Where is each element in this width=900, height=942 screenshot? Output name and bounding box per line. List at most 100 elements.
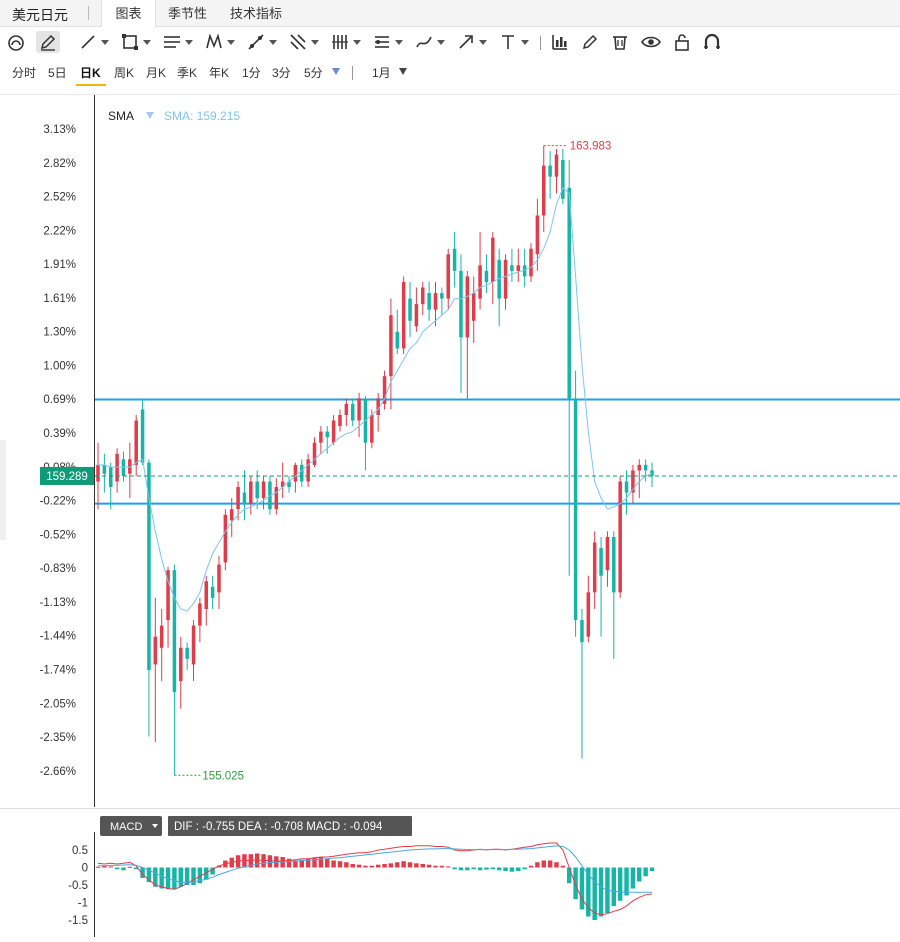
- y-tick-label: -2.35%: [40, 732, 76, 744]
- pattern-icon[interactable]: [204, 31, 235, 53]
- annotations: 159.289 163.983 155.025: [40, 141, 900, 782]
- candle-body: [401, 281, 406, 349]
- chart-icon[interactable]: [550, 31, 570, 53]
- tab-seasonality[interactable]: 季节性: [160, 0, 215, 27]
- period-year[interactable]: 年K: [209, 64, 229, 81]
- macd-bar: [356, 864, 362, 868]
- candle-body: [210, 586, 215, 598]
- period-1min[interactable]: 1分: [242, 64, 261, 81]
- y-tick-label: 0.39%: [43, 428, 76, 440]
- text-icon[interactable]: [498, 31, 529, 53]
- macd-bar: [522, 867, 527, 870]
- candle-body: [350, 403, 355, 421]
- bars-icon[interactable]: [330, 31, 361, 53]
- y-tick-label: -0.22%: [40, 496, 76, 508]
- period-5day[interactable]: 5日: [48, 64, 67, 81]
- active-period-underline: [76, 84, 106, 86]
- drawing-toolbar: [0, 28, 900, 56]
- candle-body: [465, 276, 470, 338]
- macd-bar: [643, 867, 648, 877]
- brush-icon[interactable]: [414, 31, 445, 53]
- range-caret-icon[interactable]: [399, 68, 407, 75]
- magnet-u-icon[interactable]: [702, 31, 722, 53]
- magnet-icon[interactable]: [6, 31, 26, 53]
- candle-body: [541, 165, 546, 216]
- symbol-title: 美元日元: [12, 7, 68, 23]
- sma-dropdown-caret-icon[interactable]: [146, 112, 154, 119]
- candle-body: [561, 160, 565, 199]
- pencil-icon[interactable]: [36, 31, 60, 53]
- candle-body: [408, 298, 412, 321]
- macd-bar: [579, 867, 585, 910]
- period-quarter[interactable]: 季K: [177, 64, 197, 81]
- macd-bar: [363, 865, 368, 868]
- candle-body: [548, 165, 552, 177]
- macd-bar: [617, 867, 623, 901]
- candle-body: [516, 265, 521, 271]
- period-day[interactable]: 日K: [80, 64, 101, 81]
- macd-bar: [414, 863, 419, 868]
- candle-body: [529, 248, 533, 277]
- ruler-icon[interactable]: [246, 31, 277, 53]
- period-intraday[interactable]: 分时: [12, 64, 36, 81]
- candle-body: [567, 187, 571, 399]
- macd-bar: [337, 861, 343, 868]
- macd-bar: [516, 867, 521, 871]
- period-3min[interactable]: 3分: [272, 64, 291, 81]
- candle-body: [249, 481, 253, 504]
- candle-body: [179, 647, 183, 682]
- range-selector[interactable]: 1月: [372, 64, 391, 81]
- y-tick-label: -1.13%: [40, 597, 76, 609]
- macd-bar: [395, 862, 400, 868]
- macd-bar: [611, 867, 617, 906]
- fork-icon[interactable]: [288, 31, 319, 53]
- candle-body: [198, 603, 202, 626]
- eye-icon[interactable]: [640, 31, 662, 53]
- macd-panel[interactable]: 0.5 0 -0.5 -1 -1.5 MACD DIF : -0.755 DEA : -…: [0, 808, 900, 937]
- candle-body: [102, 464, 107, 474]
- macd-bar: [573, 867, 578, 899]
- macd-selector-label[interactable]: MACD: [110, 821, 142, 833]
- horizontal-lines-icon[interactable]: [162, 31, 193, 53]
- candle-body: [592, 542, 597, 593]
- macd-bar: [325, 858, 330, 868]
- current-price-text: 159.289: [46, 471, 88, 483]
- y-axis-ticks: 3.13% 2.82% 2.52% 2.22% 1.91% 1.61% 1.30% 1.00%…: [40, 124, 76, 778]
- period-week[interactable]: 周K: [114, 64, 134, 81]
- main-chart[interactable]: 3.13% 2.82% 2.52% 2.22% 1.91% 1.61% 1.30% 1.00%…: [0, 95, 900, 807]
- macd-bar: [541, 860, 546, 868]
- level-lines-icon[interactable]: [372, 31, 403, 53]
- candle-body: [599, 548, 603, 576]
- arrow-icon[interactable]: [456, 31, 487, 53]
- macd-bar: [159, 867, 164, 889]
- macd-bar: [477, 867, 483, 871]
- candle-body: [312, 442, 317, 465]
- tab-chart[interactable]: 图表: [101, 0, 156, 27]
- candle-body: [452, 248, 457, 271]
- tab-technical-indicators[interactable]: 技术指标: [222, 0, 290, 27]
- y-tick-label: -2.05%: [40, 698, 76, 710]
- rect-icon[interactable]: [120, 31, 151, 53]
- lock-icon[interactable]: [672, 31, 692, 53]
- period-more-caret-icon[interactable]: [332, 68, 340, 75]
- edit-icon[interactable]: [580, 31, 600, 53]
- candle-body: [503, 259, 508, 299]
- sma-label[interactable]: SMA: [108, 109, 134, 123]
- macd-bar: [484, 867, 489, 870]
- period-month[interactable]: 月K: [146, 64, 166, 81]
- macd-y-tick-label: -1: [78, 898, 88, 910]
- trash-icon[interactable]: [610, 31, 630, 53]
- period-5min[interactable]: 5分: [304, 64, 323, 81]
- y-tick-label: 1.30%: [43, 327, 76, 339]
- candle-body: [319, 431, 323, 443]
- macd-bar: [637, 867, 642, 882]
- candle-body: [522, 265, 527, 277]
- macd-chart[interactable]: 0.5 0 -0.5 -1 -1.5 MACD DIF : -0.755 DEA : -…: [0, 808, 900, 937]
- candlestick-chart[interactable]: 3.13% 2.82% 2.52% 2.22% 1.91% 1.61% 1.30% 1.00%…: [0, 95, 900, 807]
- macd-bar: [433, 865, 438, 868]
- macd-bar: [439, 865, 445, 868]
- candle-body: [242, 492, 247, 504]
- line-icon[interactable]: [78, 31, 109, 53]
- candle-body: [191, 625, 196, 665]
- macd-bar: [254, 853, 260, 868]
